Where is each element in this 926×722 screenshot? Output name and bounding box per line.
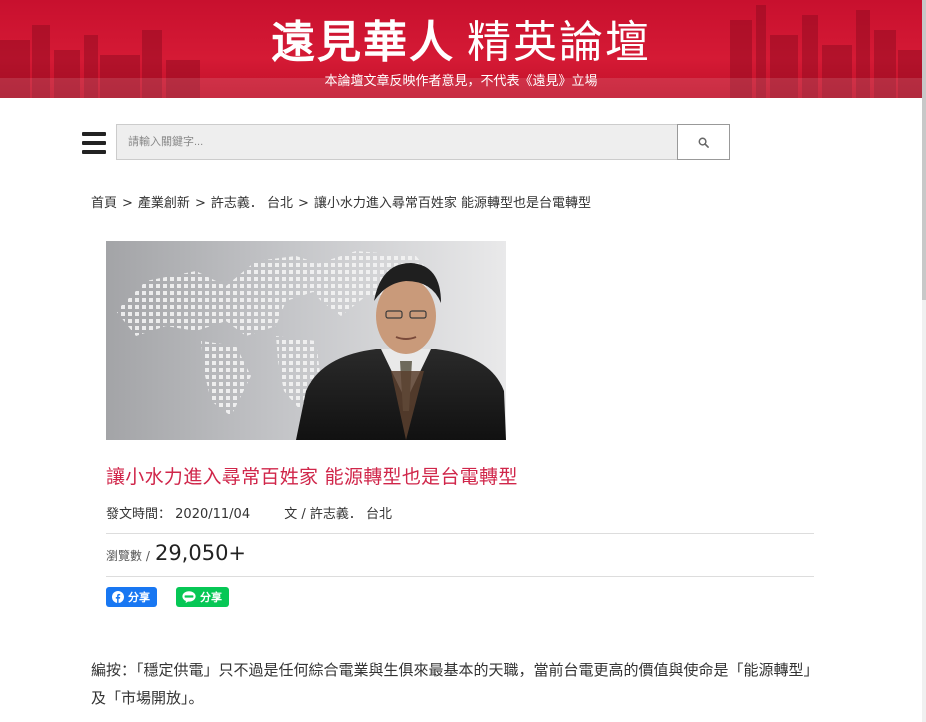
editor-note: 編按：「穩定供電」只不過是任何綜合電業與生俱來最基本的天職，當前台電更高的價值與…	[91, 661, 819, 707]
menu-icon[interactable]	[82, 132, 106, 154]
scrollbar-thumb[interactable]	[922, 0, 926, 300]
menu-icon-bar	[82, 141, 106, 145]
view-count-value: 29,050+	[154, 541, 247, 565]
search-input[interactable]	[116, 124, 678, 160]
banner-title-light: 精英論壇	[467, 17, 651, 68]
view-count: 瀏覽數 / 29,050+	[106, 541, 246, 565]
search-icon	[698, 137, 709, 148]
menu-icon-bar	[82, 132, 106, 136]
article-author: 文 / 許志義． 台北	[284, 507, 393, 522]
divider	[106, 533, 814, 534]
published-label: 發文時間：	[106, 507, 172, 522]
breadcrumb-separator: >	[194, 196, 206, 211]
line-icon	[182, 591, 196, 603]
banner-title: 遠見華人 精英論壇	[0, 6, 922, 70]
page: 遠見華人精英論壇 本論壇文章反映作者意見，不代表《遠見》立場 首頁 > 產業創新 > 許…	[0, 0, 926, 722]
breadcrumb-separator: >	[297, 196, 309, 211]
site-banner[interactable]: 遠見華人 精英論壇 本論壇文章反映作者意見，不代表《遠見》立場	[0, 0, 922, 98]
divider	[106, 576, 814, 577]
line-share-button[interactable]: 分享	[176, 587, 229, 607]
search-button[interactable]	[677, 124, 730, 160]
banner-title-bold: 遠見華人	[271, 17, 455, 68]
facebook-share-button[interactable]: 分享	[106, 587, 157, 607]
breadcrumb-author[interactable]: 許志義． 台北	[211, 196, 293, 211]
breadcrumb-category[interactable]: 產業創新	[138, 196, 190, 211]
breadcrumb: 首頁 > 產業創新 > 許志義． 台北 > 讓小水力進入尋常百姓家 能源轉型也是台電轉型	[91, 192, 591, 211]
facebook-share-label: 分享	[128, 591, 150, 604]
scrollbar[interactable]	[922, 0, 926, 722]
article-title: 讓小水力進入尋常百姓家 能源轉型也是台電轉型	[106, 466, 518, 488]
breadcrumb-separator: >	[122, 196, 133, 211]
line-share-label: 分享	[200, 591, 222, 604]
hero-illustration	[116, 251, 506, 440]
article-hero-image	[106, 241, 506, 440]
banner-subtitle: 本論壇文章反映作者意見，不代表《遠見》立場	[324, 74, 598, 89]
facebook-icon	[112, 591, 124, 603]
view-count-label: 瀏覽數 /	[106, 549, 150, 563]
breadcrumb-home[interactable]: 首頁	[91, 196, 117, 211]
menu-icon-bar	[82, 150, 106, 154]
breadcrumb-current: 讓小水力進入尋常百姓家 能源轉型也是台電轉型	[313, 196, 592, 211]
article-meta: 發文時間： 2020/11/04 文 / 許志義． 台北	[106, 503, 392, 522]
published-date: 2020/11/04	[175, 507, 251, 522]
